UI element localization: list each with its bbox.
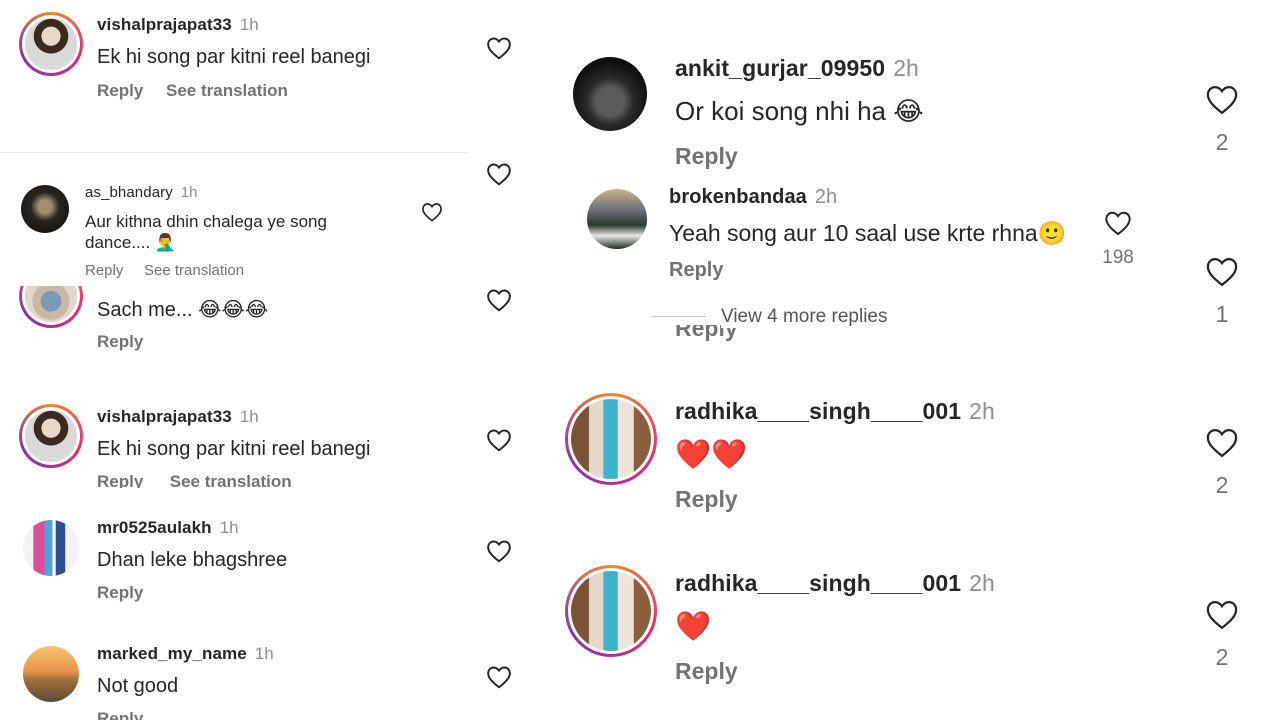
heart-outline-icon[interactable] <box>486 36 512 60</box>
comment-text-line-2: dance.... 🤦‍♂️ <box>85 233 177 252</box>
timestamp: 2h <box>969 570 995 596</box>
comment-text: ❤️ <box>675 611 712 643</box>
reply-button[interactable]: Reply <box>97 583 143 603</box>
reply-button[interactable]: Reply <box>97 81 143 101</box>
reply-button[interactable]: Reply <box>97 332 143 352</box>
view-replies-line <box>651 316 706 317</box>
comment-actions-cropped: Reply See translation <box>97 472 292 488</box>
divider <box>0 152 468 153</box>
reply-button[interactable]: Reply <box>97 472 143 488</box>
heart-outline-icon[interactable] <box>486 539 512 563</box>
timestamp: 2h <box>969 398 995 424</box>
username[interactable]: vishalprajapat33 <box>97 407 232 426</box>
timestamp: 1h <box>254 644 274 663</box>
comment-header: as_bhandary 1h <box>85 184 198 201</box>
comment-text: Ek hi song par kitni reel banegi <box>97 46 371 68</box>
heart-outline-icon[interactable] <box>421 202 443 222</box>
comment-header: radhika____singh____001 2h <box>675 398 995 425</box>
comment-header: marked_my_name 1h <box>97 644 274 664</box>
comment-header: mr0525aulakh 1h <box>97 518 239 538</box>
reply-button[interactable]: Reply <box>675 143 738 170</box>
username[interactable]: radhika____singh____001 <box>675 398 961 424</box>
avatar[interactable] <box>19 12 83 76</box>
like-count: 2 <box>1215 472 1229 498</box>
avatar[interactable] <box>23 520 79 576</box>
like-count: 2 <box>1215 129 1229 155</box>
avatar-cropped[interactable] <box>19 286 83 330</box>
comment-header: brokenbandaa 2h <box>669 186 837 209</box>
avatar[interactable] <box>573 57 647 131</box>
username[interactable]: mr0525aulakh <box>97 518 212 537</box>
timestamp: 1h <box>239 407 259 426</box>
username[interactable]: brokenbandaa <box>669 186 807 208</box>
see-translation-button[interactable]: See translation <box>170 472 292 488</box>
avatar[interactable] <box>21 185 69 233</box>
heart-outline-icon[interactable] <box>1205 599 1239 630</box>
reply-button[interactable]: Reply <box>669 259 723 282</box>
comment-actions-cropped: Reply <box>97 709 143 720</box>
timestamp: 1h <box>180 184 198 201</box>
reply-button[interactable]: Reply <box>97 709 143 720</box>
heart-outline-icon[interactable] <box>1205 256 1239 287</box>
username[interactable]: radhika____singh____001 <box>675 570 961 596</box>
comment-text: Sach me... 😂😂😂 <box>97 299 269 321</box>
comment-text-line-1: Aur kithna dhin chalega ye song <box>85 212 327 231</box>
avatar[interactable] <box>19 404 83 468</box>
like-count: 2 <box>1215 644 1229 670</box>
comment-header: radhika____singh____001 2h <box>675 570 995 597</box>
heart-outline-icon[interactable] <box>1205 84 1239 115</box>
username[interactable]: vishalprajapat33 <box>97 15 232 34</box>
timestamp: 2h <box>893 55 919 81</box>
heart-outline-icon[interactable] <box>1104 210 1132 236</box>
avatar[interactable] <box>23 646 79 702</box>
reply-button[interactable]: Reply <box>85 262 123 279</box>
username[interactable]: as_bhandary <box>85 184 173 201</box>
heart-outline-icon[interactable] <box>486 665 512 689</box>
timestamp: 1h <box>239 15 259 34</box>
view-more-replies-button[interactable]: View 4 more replies <box>721 306 892 328</box>
comment-header: ankit_gurjar_09950 2h <box>675 55 919 82</box>
comment-text: Dhan leke bhagshree <box>97 549 288 571</box>
avatar[interactable] <box>565 393 657 485</box>
comment-text: ❤️❤️ <box>675 439 748 471</box>
timestamp: 1h <box>219 518 239 537</box>
heart-outline-icon[interactable] <box>486 162 512 186</box>
timestamp: 2h <box>814 186 838 208</box>
comment-text: Not good <box>97 675 179 697</box>
see-translation-button[interactable]: See translation <box>166 81 288 101</box>
username[interactable]: ankit_gurjar_09950 <box>675 55 885 81</box>
reply-button[interactable]: Reply <box>675 658 738 685</box>
username[interactable]: marked_my_name <box>97 644 247 663</box>
heart-outline-icon[interactable] <box>486 428 512 452</box>
heart-outline-icon[interactable] <box>1205 427 1239 458</box>
avatar[interactable] <box>587 189 647 249</box>
comment-header: vishalprajapat33 1h <box>97 407 259 427</box>
see-translation-button[interactable]: See translation <box>144 262 244 279</box>
comment-text: Yeah song aur 10 saal use krte rhna🙂 <box>669 220 1067 246</box>
reply-button[interactable]: Reply <box>675 486 738 513</box>
like-count: 1 <box>1215 301 1229 327</box>
comment-header: vishalprajapat33 1h <box>97 15 259 35</box>
comment-text: Or koi song nhi ha 😂 <box>675 96 924 126</box>
comment-text: Ek hi song par kitni reel banegi <box>97 438 371 460</box>
like-count: 198 <box>1102 247 1134 268</box>
avatar[interactable] <box>565 565 657 657</box>
heart-outline-icon[interactable] <box>486 288 512 312</box>
